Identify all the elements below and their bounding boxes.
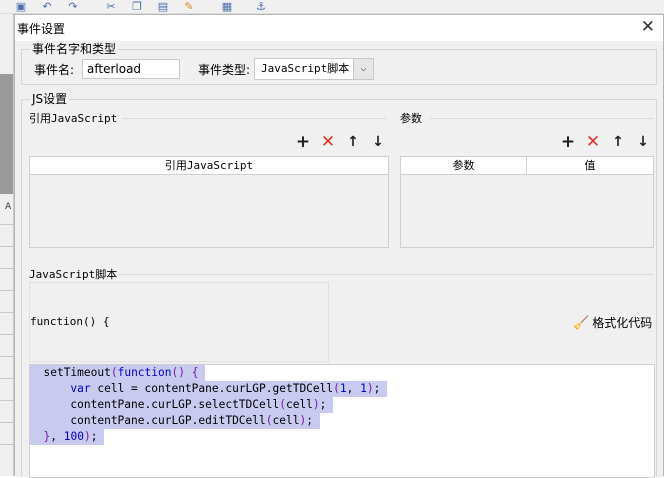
param-table[interactable]: 参数 值 <box>400 156 654 248</box>
dialog-body: 事件名字和类型 事件名: 事件类型: JavaScript脚本 ⌵ JS设置 引… <box>15 41 663 478</box>
ref-move-down-button[interactable]: ↓ <box>370 134 386 150</box>
js-group-legend: JS设置 <box>30 92 70 106</box>
event-type-value: JavaScript脚本 <box>261 62 350 75</box>
code-line[interactable]: contentPane.curLGP.editTDCell(cell); <box>30 413 320 429</box>
event-type-label: 事件类型: <box>198 63 251 77</box>
dialog-titlebar[interactable]: 事件设置 ✕ <box>15 15 663 41</box>
code-line[interactable]: setTimeout(function() { <box>30 365 206 381</box>
ref-table[interactable]: 引用JavaScript <box>29 156 389 248</box>
ref-delete-button[interactable]: ✕ <box>320 134 336 151</box>
ref-table-header: 引用JavaScript <box>30 157 388 175</box>
plugin-icon[interactable]: ⚓ <box>254 0 268 13</box>
close-icon[interactable]: ✕ <box>641 17 655 37</box>
background-toolbar: ▣ ↶ ↷ ✂ ❐ ▤ ✎ ▦ ⚓ <box>0 0 664 14</box>
param-column-name[interactable]: 参数 <box>401 157 527 174</box>
paste-icon[interactable]: ▤ <box>156 0 170 13</box>
event-type-select[interactable]: JavaScript脚本 ⌵ <box>254 58 374 80</box>
param-move-down-button[interactable]: ↓ <box>635 134 651 150</box>
ref-section-title: 引用JavaScript <box>29 112 118 125</box>
background-sheet: A <box>0 14 14 476</box>
event-name-label: 事件名: <box>34 63 75 77</box>
param-section-divider <box>430 118 654 119</box>
background-panel <box>0 74 13 194</box>
param-delete-button[interactable]: ✕ <box>585 134 601 151</box>
code-line[interactable]: }, 100); <box>30 429 105 445</box>
dialog-title: 事件设置 <box>17 22 66 36</box>
param-table-header: 参数 值 <box>401 157 653 175</box>
param-column-value[interactable]: 值 <box>527 157 653 174</box>
script-section-title: JavaScript脚本 <box>29 268 118 281</box>
chevron-down-icon[interactable]: ⌵ <box>353 59 373 79</box>
brush-icon[interactable]: ✎ <box>182 0 196 13</box>
column-header-a: A <box>5 202 12 212</box>
format-code-label: 格式化代码 <box>592 316 653 330</box>
format-code-button[interactable]: 🧹 格式化代码 <box>573 314 652 331</box>
function-header-box: function() { <box>29 282 329 362</box>
save-icon[interactable]: ▣ <box>14 0 28 13</box>
preview-icon[interactable]: ▦ <box>220 0 234 13</box>
ref-section-divider <box>122 118 386 119</box>
event-group: 事件名字和类型 事件名: 事件类型: JavaScript脚本 ⌵ <box>21 42 657 85</box>
ref-column-header[interactable]: 引用JavaScript <box>30 157 388 174</box>
ref-move-up-button[interactable]: ↑ <box>345 134 361 150</box>
code-line[interactable]: var cell = contentPane.curLGP.getTDCell(… <box>30 381 388 397</box>
undo-icon[interactable]: ↶ <box>40 0 54 13</box>
event-group-legend: 事件名字和类型 <box>30 42 119 56</box>
event-settings-dialog: 事件设置 ✕ 事件名字和类型 事件名: 事件类型: JavaScript脚本 ⌵… <box>14 14 664 478</box>
code-editor[interactable]: setTimeout(function() { var cell = conte… <box>29 364 655 478</box>
code-line[interactable]: contentPane.curLGP.selectTDCell(cell); <box>30 397 334 413</box>
copy-icon[interactable]: ❐ <box>130 0 144 13</box>
param-move-up-button[interactable]: ↑ <box>610 134 626 150</box>
broom-icon: 🧹 <box>573 316 590 331</box>
function-header-text: function() { <box>30 315 110 328</box>
event-name-input[interactable] <box>82 59 180 79</box>
param-add-button[interactable]: + <box>560 134 576 151</box>
ref-add-button[interactable]: + <box>295 134 311 151</box>
cut-icon[interactable]: ✂ <box>104 0 118 13</box>
script-section-divider <box>118 274 654 275</box>
js-group: JS设置 引用JavaScript + ✕ ↑ ↓ 引用JavaScript 参… <box>21 92 657 478</box>
redo-icon[interactable]: ↷ <box>66 0 80 13</box>
param-section-title: 参数 <box>400 112 422 125</box>
